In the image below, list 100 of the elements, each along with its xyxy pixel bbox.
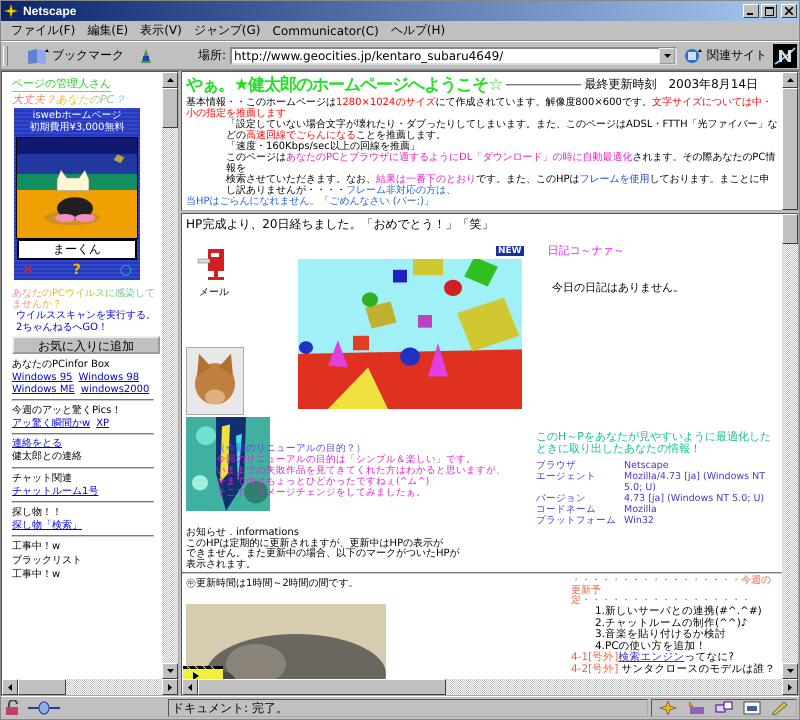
pencil-icon[interactable] — [770, 700, 790, 716]
ad-mark[interactable]: ? — [72, 262, 81, 278]
menu-item[interactable]: Communicator(C) — [268, 24, 383, 38]
info-paragraph: 基本情報・・このホームページは1280×1024のサイズにて作成されています。解像度800×600です。文字サイズについては中・小の指定を推薦します 「設定していない場合文字が壊れたり・ダブったりしてしまいます。また、このページはADSL・FTTH「光ファイバー」などの高速回線でごらんになることを推薦します。 「速度・160Kbps/sec以上の回線を推薦」 このページはあなたのPCとブラウザに適するようにDL「ダウンロード」の時に自動最適化されます。その際あなたのPC情報を 検索させていただきます。なお、結果は一番下のとおり です。また、このHPはフレームを使用 しております。まことに申し訳ありませんが・・・・フレーム非対応の方は、 当HPはごらんになれません。「ごめんなさい (バー;)」 — [186, 97, 778, 207]
pc-check-text: 大丈夫？あなたのPC？ — [12, 92, 126, 107]
arrow-down-icon — [166, 669, 174, 673]
close-button[interactable] — [781, 4, 797, 18]
caret-icon — [664, 54, 670, 58]
env-value: Netscape — [624, 460, 669, 471]
arrow-right-icon — [168, 684, 172, 690]
minimize-button[interactable] — [743, 4, 759, 18]
env-heading: このH～Pをあなたが見やすいように最適化したときに取り出したあなたの情報！ — [536, 431, 772, 455]
maximize-icon — [764, 6, 774, 16]
notice-text: お知らせ．informations このHPは定期的に更新されますが、更新中はHPの表示が できません。また更新中の場合、以下のマークがついたHPが 表示されます。 — [186, 528, 461, 570]
schedule-item: 4.PCの使い方を追加！ — [594, 640, 708, 652]
update-time-text: ㊥更新時間は1時間～2時間の間です。 — [186, 576, 359, 590]
ad-text: iswebホームページ — [32, 110, 122, 122]
env-label: プラットフォーム — [536, 515, 617, 526]
side-link[interactable]: 2ちゃんねるへGO！ — [16, 322, 108, 334]
navigator-icon[interactable] — [658, 700, 678, 716]
side-link[interactable]: ウイルススキャンを実行する。 — [16, 310, 156, 322]
character-name: まーくん — [17, 239, 137, 260]
ad-text: 初期費用¥3,000無料 — [30, 122, 124, 134]
scroll-thumb[interactable] — [18, 679, 66, 695]
arrow-left-icon — [8, 684, 12, 690]
side-link[interactable]: チャットルーム1号 — [12, 486, 98, 498]
env-label: ブラウザ — [536, 460, 577, 471]
side-text: 工事中！w — [12, 541, 60, 553]
side-text: チャット関連 — [12, 473, 72, 485]
close-icon — [785, 7, 793, 15]
dropdown-button[interactable] — [659, 48, 675, 64]
side-link[interactable]: 探し物「検索」 — [12, 520, 82, 532]
arrow-left-icon — [188, 684, 192, 690]
book-icon — [26, 46, 50, 64]
menu-item[interactable]: 表示(V) — [136, 22, 186, 39]
side-text: 健太郎との連絡 — [12, 451, 82, 463]
arrow-up-icon — [166, 78, 174, 82]
composer-icon[interactable] — [742, 700, 762, 716]
add-favorite-button[interactable]: お気に入りに追加 — [12, 336, 160, 354]
menu-item[interactable]: ジャンプ(G) — [190, 22, 264, 39]
side-text: 探し物！！ — [12, 507, 62, 519]
side-link[interactable]: XP — [96, 418, 110, 430]
side-text: 工事中！w — [12, 569, 60, 581]
url-field[interactable]: http://www.geocities.jp/kentaro_subaru4649/ — [230, 46, 677, 64]
side-text: ブラックリスト — [12, 555, 82, 567]
location-label: 場所: — [198, 47, 226, 64]
construction-icon — [183, 666, 223, 679]
schedule-item: 1.新しいサーバとの連携(#^.^#) — [594, 606, 763, 617]
side-link[interactable]: windows2000 — [80, 384, 150, 396]
env-value: Win32 — [624, 515, 654, 526]
page-heading: HP完成より、20日経ちました。「おめでとう！」「笑」 — [186, 216, 495, 233]
env-value: Mozilla/4.73 [ja] (Windows NT 5.0; U) — [624, 471, 766, 493]
side-link[interactable]: Windows ME — [12, 384, 75, 396]
app-icon — [3, 3, 19, 19]
menu-item[interactable]: 編集(E) — [83, 22, 132, 39]
ad-banner[interactable]: iswebホームページ 初期費用¥3,000無料 まーくん ✕ ? ○ — [14, 108, 140, 280]
diary-text: 今日の日記はありません。 — [552, 280, 685, 295]
horizontal-scrollbar[interactable] — [2, 679, 178, 695]
browser-logo-icon — [773, 44, 797, 68]
side-text: 今週のアッと驚くPics！ — [12, 405, 122, 417]
vertical-scrollbar[interactable] — [782, 214, 798, 679]
last-updated: 最終更新時刻 2003年8月14日 — [584, 76, 758, 93]
env-label: エージェント — [536, 471, 597, 484]
side-link[interactable]: 連絡をとる — [12, 438, 62, 450]
site-title: やぁ。★健太郎のホームページへようこそ☆ — [186, 74, 502, 96]
scroll-thumb[interactable] — [198, 679, 446, 695]
scroll-thumb[interactable] — [162, 88, 178, 128]
side-link[interactable]: Windows 95 — [12, 372, 73, 384]
horizontal-scrollbar[interactable] — [182, 679, 798, 695]
search-engine-link[interactable]: 検索エンジン — [618, 651, 684, 663]
side-link[interactable]: Windows 98 — [78, 372, 140, 384]
globe-icon — [683, 46, 705, 64]
manager-heading: ページの管理人さん — [12, 76, 111, 92]
bookmarks-button[interactable]: ブックマーク — [24, 46, 126, 64]
env-label: コードネーム — [536, 504, 597, 515]
schedule-item: 3.音楽を貼り付けるか検討 — [594, 629, 726, 640]
schedule-heading: ・・・・・・・・・・・・・・・・・今週の更新予定・・・・・・・・・・・・・・・・・ — [571, 576, 772, 606]
location-icon[interactable] — [138, 46, 154, 64]
env-value: Mozilla — [624, 504, 657, 515]
mail-link[interactable]: メール — [196, 245, 232, 299]
ad-mark[interactable]: ○ — [120, 262, 132, 278]
new-badge: NEW — [496, 246, 524, 256]
related-sites-button[interactable]: 関連サイト — [681, 46, 769, 64]
extra-item: 4-2[号外] サンタクロースのモデルは誰？ — [571, 664, 776, 675]
status-text: ドキュメント: 完了。 — [168, 699, 648, 717]
arrow-down-icon — [786, 669, 794, 673]
mail-icon[interactable] — [686, 700, 706, 716]
vertical-scrollbar[interactable] — [162, 72, 178, 679]
side-link[interactable]: アッ驚く瞬間かw — [12, 418, 90, 430]
schedule-item: 2.チャットルームの制作(^^)♪ — [594, 618, 749, 628]
env-label: バージョン — [536, 493, 587, 504]
maximize-button[interactable] — [761, 4, 777, 18]
extra-item: 4-1[号外]検索エンジン ってなに? — [571, 652, 735, 664]
diary-link[interactable]: 日記コ～ナァ～ — [548, 243, 625, 258]
scroll-thumb[interactable] — [782, 214, 798, 244]
arrow-right-icon — [788, 684, 792, 690]
env-value: 4.73 [ja] (Windows NT 5.0; U) — [624, 493, 764, 504]
menu-item[interactable]: ファイル(F) — [7, 22, 80, 39]
menu-item[interactable]: ヘルプ(H) — [386, 22, 450, 39]
side-text: あなたのPCinfor Box — [12, 359, 110, 371]
